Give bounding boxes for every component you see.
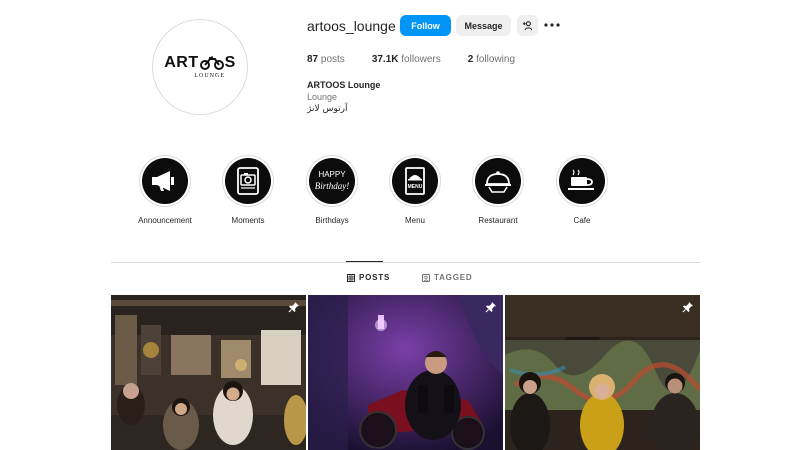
- following-count: 2: [467, 54, 474, 65]
- profile-stats: 87 posts 37.1K followers 2 following: [307, 54, 542, 65]
- display-name: ARTOOS Lounge: [307, 80, 381, 90]
- post-photo: [505, 295, 700, 450]
- grid-icon: [347, 273, 355, 282]
- highlight-cover: HAPPY Birthday!: [306, 155, 358, 207]
- profile-avatar[interactable]: ART S LOUNGE: [152, 19, 248, 115]
- active-tab-indicator: [346, 261, 383, 262]
- post-photo: [111, 295, 306, 450]
- highlight-birthdays[interactable]: HAPPY Birthday! Birthdays: [292, 155, 372, 225]
- highlight-cover: [139, 155, 191, 207]
- highlight-cafe[interactable]: Cafe: [542, 155, 622, 225]
- post-photo: [308, 295, 503, 450]
- add-user-button[interactable]: [517, 15, 538, 36]
- posts-count-stat: 87 posts: [307, 54, 345, 65]
- tab-tagged[interactable]: TAGGED: [422, 273, 472, 282]
- post-thumbnail[interactable]: [505, 295, 700, 450]
- profile-bio: ARTOOS Lounge Lounge آرتوس لانژ: [307, 79, 380, 115]
- tagged-icon: [422, 273, 430, 282]
- profile-username: artoos_lounge: [307, 18, 396, 34]
- highlight-label: Announcement: [138, 216, 192, 225]
- logo-subtitle: LOUNGE: [194, 73, 225, 79]
- menu-icon-text: MENU: [408, 184, 423, 190]
- highlight-label: Menu: [404, 216, 425, 225]
- posts-label: posts: [320, 54, 345, 65]
- highlight-label: Birthdays: [315, 216, 349, 225]
- following-label: following: [476, 54, 516, 65]
- coffee-cup-icon: [568, 169, 594, 190]
- megaphone-icon: [152, 171, 174, 191]
- followers-count: 37.1K: [371, 54, 399, 65]
- more-options-button[interactable]: [544, 14, 560, 35]
- posts-grid: [111, 295, 700, 450]
- tabs-divider: [111, 262, 700, 263]
- highlight-menu[interactable]: MENU Menu: [375, 155, 455, 225]
- tab-label: TAGGED: [434, 273, 473, 282]
- followers-label: followers: [401, 54, 441, 65]
- birthday-text-line2: Birthday!: [315, 181, 350, 191]
- follow-button[interactable]: Follow: [400, 15, 451, 36]
- logo-wordmark: ART S: [164, 55, 236, 71]
- add-person-icon: [522, 21, 533, 31]
- tab-label: POSTS: [359, 273, 391, 282]
- bio-persian-name: آرتوس لانژ: [307, 104, 348, 114]
- motorcycle-logo-icon: [199, 56, 224, 70]
- pinned-post-icon: [288, 302, 299, 313]
- logo-text-part: ART: [164, 54, 199, 71]
- happy-birthday-icon: HAPPY Birthday!: [315, 170, 350, 191]
- post-thumbnail[interactable]: [111, 295, 306, 450]
- highlight-announcement[interactable]: Announcement: [125, 155, 205, 225]
- highlight-moments[interactable]: Moments: [208, 155, 288, 225]
- followers-stat[interactable]: 37.1K followers: [372, 54, 441, 65]
- highlight-cover: [472, 155, 524, 207]
- highlight-cover: MENU: [389, 155, 441, 207]
- pinned-post-icon: [485, 302, 496, 313]
- camera-album-icon: [237, 167, 259, 195]
- menu-book-icon: MENU: [405, 167, 425, 195]
- profile-category: Lounge: [307, 92, 338, 102]
- highlight-cover: [222, 155, 274, 207]
- logo-text-end: S: [224, 54, 236, 71]
- following-stat[interactable]: 2 following: [468, 54, 515, 65]
- highlight-label: Moments: [231, 216, 265, 225]
- birthday-text-line1: HAPPY: [318, 170, 346, 179]
- highlight-restaurant[interactable]: Restaurant: [458, 155, 538, 225]
- highlight-cover: [556, 155, 608, 207]
- more-options-icon: [544, 22, 560, 27]
- story-highlights: Announcement Moments HAPPY Birthday! Bir…: [0, 155, 800, 235]
- posts-count: 87: [307, 54, 319, 65]
- highlight-label: Cafe: [573, 216, 591, 225]
- cloche-icon: [485, 171, 511, 193]
- highlight-label: Restaurant: [478, 216, 518, 225]
- message-button[interactable]: Message: [456, 15, 511, 36]
- pinned-post-icon: [682, 302, 693, 313]
- post-thumbnail[interactable]: [308, 295, 503, 450]
- tab-posts[interactable]: POSTS: [347, 273, 390, 282]
